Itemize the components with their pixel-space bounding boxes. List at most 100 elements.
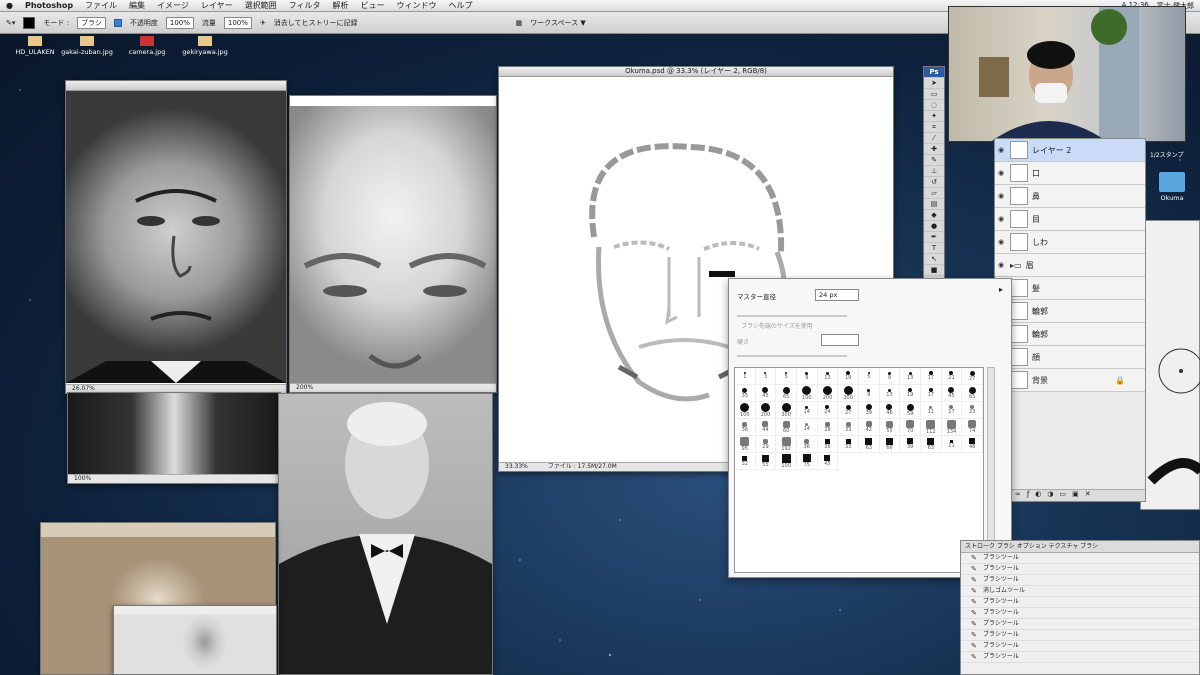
hardness-slider[interactable] xyxy=(737,355,847,357)
app-menu[interactable]: Photoshop xyxy=(25,1,73,10)
blur-tool-icon[interactable]: ◆ xyxy=(924,210,944,221)
gradient-tool-icon[interactable]: ▤ xyxy=(924,199,944,210)
tool-preset-item[interactable]: ブラシツール xyxy=(961,564,1199,575)
brush-tip[interactable]: 55 xyxy=(879,419,901,436)
eye-icon[interactable]: ◉ xyxy=(998,238,1006,246)
brush-tool-icon[interactable]: ✎▾ xyxy=(6,19,15,27)
menu-window[interactable]: ウィンドウ xyxy=(397,0,437,11)
brush-tip[interactable]: 100 xyxy=(735,402,756,419)
window-titlebar[interactable] xyxy=(66,81,286,91)
brush-tip[interactable]: 17 xyxy=(941,402,963,419)
layer-row[interactable]: ◉ 目 xyxy=(995,208,1145,231)
desktop-icon-file[interactable]: gekiryawa.jpg xyxy=(170,36,240,56)
brush-tip[interactable]: 11 xyxy=(941,436,963,453)
menu-filter[interactable]: フィルタ xyxy=(289,0,321,11)
crop-tool-icon[interactable]: ⌗ xyxy=(924,122,944,133)
layer-row[interactable]: ◉髪 xyxy=(995,277,1145,300)
move-tool-icon[interactable]: ➤ xyxy=(924,78,944,89)
type-tool-icon[interactable]: T xyxy=(924,243,944,254)
eye-icon[interactable]: ◉ xyxy=(998,169,1006,177)
apple-icon[interactable]: ● xyxy=(6,1,13,10)
tool-preset-item[interactable]: ブラシツール xyxy=(961,641,1199,652)
brush-picker-panel[interactable]: マスター直径 24 px ブラシ先端のサイズを使用 硬さ ▸ 1 3 5 9 13 19 5… xyxy=(728,278,1012,578)
menu-help[interactable]: ヘルプ xyxy=(449,0,473,11)
dodge-tool-icon[interactable]: ● xyxy=(924,221,944,232)
layer-row[interactable]: ◉ しわ xyxy=(995,231,1145,254)
photo-window-3[interactable]: 100% xyxy=(67,392,281,484)
airbrush-icon[interactable]: ✈ xyxy=(260,19,266,27)
layer-row[interactable]: ◉背景🔒 xyxy=(995,369,1145,392)
eye-icon[interactable]: ◉ xyxy=(998,192,1006,200)
layer-row[interactable]: ◉ レイヤー 2 xyxy=(995,139,1145,162)
brush-tip[interactable]: 13 xyxy=(817,368,839,385)
layer-group-row[interactable]: ◉ ▸▭ 眉 xyxy=(995,254,1145,277)
brush-tip[interactable]: 65 xyxy=(962,385,983,402)
brush-tip[interactable]: 17 xyxy=(920,385,942,402)
brush-tip[interactable]: 39 xyxy=(858,402,880,419)
brush-tip[interactable]: 19 xyxy=(838,368,859,385)
brush-tip[interactable]: 65 xyxy=(776,385,797,402)
erase-history-label[interactable]: 消去してヒストリーに記録 xyxy=(274,18,358,28)
menu-analysis[interactable]: 解析 xyxy=(333,0,349,11)
flow-field[interactable]: 100% xyxy=(223,16,252,29)
tool-preset-item[interactable]: ブラシツール xyxy=(961,575,1199,586)
tool-preset-item[interactable]: ブラシツール xyxy=(961,608,1199,619)
brush-tip[interactable]: 36 xyxy=(735,419,756,436)
brush-tip[interactable]: 44 xyxy=(755,419,777,436)
tool-presets-panel[interactable]: ストローク ブラシ オプション テクスチャ ブラシ ブラシツール ブラシツール … xyxy=(960,540,1200,675)
brush-tip[interactable]: 70 xyxy=(900,419,921,436)
brush-tip[interactable]: 300 xyxy=(838,385,859,402)
lasso-tool-icon[interactable]: ◌ xyxy=(924,100,944,111)
brush-tip[interactable]: 1 xyxy=(735,368,756,385)
shape-tool-icon[interactable]: ■ xyxy=(924,265,944,276)
brush-tip[interactable]: 5 xyxy=(776,368,797,385)
brush-tip[interactable]: 32 xyxy=(735,453,756,470)
brush-tip[interactable]: 26 xyxy=(817,419,839,436)
eye-icon[interactable]: ◉ xyxy=(998,215,1006,223)
brush-tip[interactable]: 59 xyxy=(900,402,921,419)
history-brush-icon[interactable]: ↺ xyxy=(924,177,944,188)
brush-tip[interactable]: 24 xyxy=(817,402,839,419)
brush-tip[interactable]: 48 xyxy=(962,436,983,453)
photo-window-6[interactable] xyxy=(113,605,277,675)
panel-menu-icon[interactable]: ▸ xyxy=(999,285,1003,294)
layer-row[interactable]: ◉ 鼻 xyxy=(995,185,1145,208)
desktop-folder[interactable]: Okuma xyxy=(1152,172,1192,202)
path-select-icon[interactable]: ↖ xyxy=(924,254,944,265)
menu-file[interactable]: ファイル xyxy=(85,0,117,11)
brush-tip[interactable]: 36 xyxy=(817,436,839,453)
brush-tip[interactable]: 19 xyxy=(900,385,921,402)
menu-edit[interactable]: 編集 xyxy=(129,0,145,11)
layer-row[interactable]: ◉ 口 xyxy=(995,162,1145,185)
tool-preset-item[interactable]: 消しゴムツール xyxy=(961,586,1199,597)
brush-tip[interactable]: 14 xyxy=(796,419,818,436)
menu-layer[interactable]: レイヤー xyxy=(201,0,233,11)
brush-tip[interactable]: 35 xyxy=(735,385,756,402)
brush-tip[interactable]: 100 xyxy=(776,453,797,470)
foreground-swatch[interactable] xyxy=(23,16,36,29)
layer-row[interactable]: ◉輪郭 xyxy=(995,323,1145,346)
brush-tip[interactable]: 192 xyxy=(776,436,797,453)
brush-tool-icon[interactable]: ✎ xyxy=(924,155,944,166)
brush-tip[interactable]: 33 xyxy=(838,436,859,453)
eraser-tool-icon[interactable]: ▱ xyxy=(924,188,944,199)
brush-tip-grid[interactable]: 1 3 5 9 13 19 5 9 13 17 21 27 35 45 65 100 200 300 9 13 19 17… xyxy=(734,367,984,573)
photo-window-1[interactable]: 26.07% xyxy=(65,80,287,394)
brush-tip[interactable]: 134 xyxy=(941,419,963,436)
brush-tip[interactable]: 11 xyxy=(920,402,942,419)
brush-tip[interactable]: 74 xyxy=(962,419,983,436)
brush-tip[interactable]: 33 xyxy=(838,419,859,436)
master-diameter-field[interactable]: 24 px xyxy=(815,289,859,301)
brush-tip[interactable]: 42 xyxy=(858,419,880,436)
brush-tip[interactable]: 55 xyxy=(755,453,777,470)
brush-tip[interactable]: 46 xyxy=(879,402,901,419)
brush-tip[interactable]: 13 xyxy=(900,368,921,385)
tool-presets-header[interactable]: ストローク ブラシ オプション テクスチャ ブラシ xyxy=(961,541,1199,553)
pen-tool-icon[interactable]: ✒ xyxy=(924,232,944,243)
brush-tip[interactable]: 300 xyxy=(776,402,797,419)
brush-tip[interactable]: 3 xyxy=(755,368,777,385)
magic-wand-icon[interactable]: ✦ xyxy=(924,111,944,122)
palette-icon[interactable]: ▦ xyxy=(516,19,523,27)
brush-tip[interactable]: 200 xyxy=(817,385,839,402)
brush-tip[interactable]: 9 xyxy=(879,368,901,385)
